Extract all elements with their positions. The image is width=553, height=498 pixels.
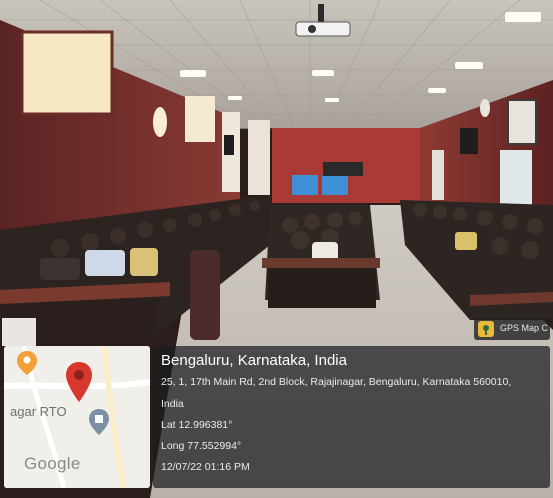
window (507, 99, 537, 145)
speaker (224, 135, 234, 155)
app-badge-label: GPS Map Camera (500, 323, 548, 333)
window (20, 30, 114, 116)
window (185, 96, 215, 142)
location-city: Bengaluru, Karnataka, India (161, 352, 347, 369)
gps-camera-app-icon (478, 321, 494, 337)
google-logo: Google (24, 454, 81, 473)
screen (292, 175, 318, 195)
latitude-value: Lat 12.996381° (161, 419, 233, 431)
address-line-1: 25, 1, 17th Main Rd, 2nd Block, Rajajina… (161, 376, 512, 388)
chair (2, 318, 36, 346)
place-marker-icon (89, 409, 109, 435)
speaker (460, 128, 478, 154)
window (248, 120, 270, 195)
screen (322, 175, 348, 195)
address-line-2: India (161, 398, 184, 410)
longitude-value: Long 77.552994° (161, 440, 242, 452)
timestamp-value: 12/07/22 01:16 PM (161, 461, 250, 473)
app-badge: GPS Map Camera (474, 318, 550, 340)
wall-clock (480, 99, 490, 117)
door (432, 150, 444, 200)
location-marker-icon (66, 362, 92, 402)
map-thumbnail[interactable]: agar RTO Google (4, 346, 150, 488)
map-place-label: agar RTO (10, 404, 67, 419)
audience-center (262, 205, 380, 308)
wall-lamp (153, 107, 167, 137)
map-pin-icon (17, 351, 37, 375)
geotag-overlay: Bengaluru, Karnataka, India 25, 1, 17th … (153, 346, 550, 488)
board (323, 162, 363, 176)
